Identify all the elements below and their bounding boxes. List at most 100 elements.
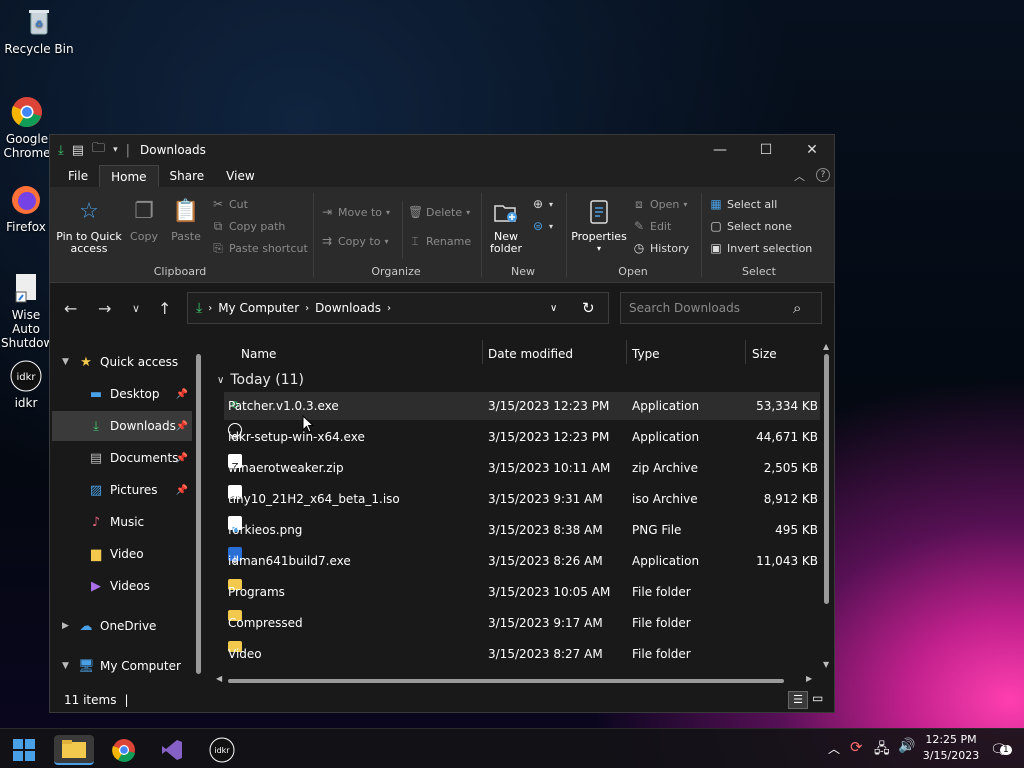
copy-to-button[interactable]: ⇉ Copy to ▾ [320,234,389,248]
taskbar-chrome[interactable] [104,735,144,765]
chevron-down-icon[interactable]: ▼ [62,357,69,367]
move-to-icon: ⇥ [321,205,333,219]
refresh-icon[interactable]: ↻ [582,299,595,317]
chevron-right-icon[interactable]: ▶ [62,621,69,631]
back-arrow-icon[interactable]: ← [64,299,77,318]
volume-icon[interactable]: 🔊 [898,738,915,754]
properties-quick-icon[interactable]: ▤ [72,143,84,158]
copy-button[interactable]: ❐ Copy [126,197,162,243]
minimize-button[interactable]: — [697,135,743,165]
table-row[interactable]: Zwinaerotweaker.zip 3/15/2023 10:11 AM z… [224,454,820,482]
desktop-icon-firefox[interactable]: Firefox [1,184,51,234]
select-all-button[interactable]: ▦ Select all [709,197,777,211]
ribbon-tabs: File Home Share View ︿ ? [50,165,834,187]
separator [566,193,567,277]
table-row[interactable]: ↓ idman641build7.exe 3/15/2023 8:26 AM Ap… [224,547,820,575]
open-button[interactable]: ⧈ Open ▾ [632,197,687,212]
cut-button[interactable]: ✂ Cut [211,197,248,211]
table-row[interactable]: ▪ forkieos.png 3/15/2023 8:38 AM PNG File… [224,516,820,544]
search-icon[interactable]: ⌕ [793,299,801,317]
chevron-down-icon[interactable]: ▾ [113,145,118,155]
taskbar-idkr[interactable]: idkr [202,735,242,765]
tab-share[interactable]: Share [159,165,216,187]
large-icons-view-icon[interactable]: ▭ [812,691,823,705]
pin-to-quick-access-button[interactable]: ☆ Pin to Quick access [56,197,122,255]
scroll-left-arrow-icon[interactable]: ◀ [216,674,222,683]
select-none-button[interactable]: ▢ Select none [709,219,792,233]
scroll-down-arrow-icon[interactable]: ▼ [823,660,829,669]
search-input[interactable]: Search Downloads ⌕ [620,292,822,324]
sync-icon[interactable]: ⟳ [850,738,863,756]
address-bar[interactable]: ⤓ › My Computer › Downloads › ∨ ↻ [187,292,609,324]
desktop-icon-idkr[interactable]: idkr idkr [1,360,51,410]
easy-access-button[interactable]: ⊜ ▾ [531,219,553,233]
column-separator[interactable] [482,340,483,364]
close-button[interactable]: ✕ [789,135,834,165]
table-row[interactable]: ISO tiny10_21H2_x64_beta_1.iso 3/15/2023 … [224,485,820,513]
desktop-icon-chrome[interactable]: Google Chrome [1,96,53,160]
column-header-date-modified[interactable]: Date modified [488,340,573,368]
scroll-up-arrow-icon[interactable]: ▲ [823,342,829,351]
forward-arrow-icon[interactable]: → [98,299,111,318]
copy-path-button[interactable]: ⧉ Copy path [211,219,286,234]
chevron-down-icon[interactable]: ▼ [62,661,69,671]
tab-file[interactable]: File [57,165,99,187]
sidebar-item-pictures[interactable]: ▨ Pictures 📌 [52,475,192,505]
show-hidden-icons-chevron-icon[interactable]: ︿ [828,740,840,757]
sidebar-item-quick-access[interactable]: ★ Quick access [78,347,198,377]
move-to-button[interactable]: ⇥ Move to ▾ [320,205,390,219]
clock[interactable]: 12:25 PM 3/15/2023 [918,732,984,764]
invert-selection-button[interactable]: ▣ Invert selection [709,241,812,255]
sidebar-item-music[interactable]: ♪ Music [52,507,192,537]
paste-shortcut-button[interactable]: ⎘ Paste shortcut [211,241,308,256]
start-button[interactable] [4,735,44,765]
tab-home[interactable]: Home [99,165,159,187]
desktop-icon-recycle-bin[interactable]: ♻ Recycle Bin [1,6,77,56]
edit-button[interactable]: ✎ Edit [632,219,671,233]
horizontal-scrollbar[interactable] [228,679,784,683]
maximize-button[interactable]: ☐ [743,135,789,165]
taskbar-file-explorer[interactable] [54,735,94,765]
sidebar-item-video[interactable]: ▆ Video [52,539,192,569]
column-header-name[interactable]: Name [241,340,276,368]
column-header-size[interactable]: Size [752,340,777,368]
notification-center-button[interactable]: 🗨 1 [990,739,1012,758]
breadcrumb-my-computer[interactable]: My Computer [218,301,299,315]
sidebar-item-onedrive[interactable]: ☁ OneDrive [78,611,198,641]
table-row[interactable]: Video 3/15/2023 8:27 AM File folder [224,640,820,668]
table-row[interactable]: Compressed 3/15/2023 9:17 AM File folder [224,609,820,637]
tab-view[interactable]: View [215,165,265,187]
sidebar-item-documents[interactable]: ▤ Documents 📌 [52,443,192,473]
sidebar-item-desktop[interactable]: ▬ Desktop 📌 [52,379,192,409]
sidebar-item-my-computer[interactable]: 🖥 My Computer [78,651,198,681]
new-folder-quick-icon[interactable]: 🗀 [92,139,105,161]
sidebar-item-videos[interactable]: ▶ Videos [52,571,192,601]
new-folder-button[interactable]: New folder [486,197,526,255]
column-separator[interactable] [626,340,627,364]
network-icon[interactable]: 🖧 [874,738,890,762]
navpane-scrollbar[interactable] [196,354,201,674]
scroll-right-arrow-icon[interactable]: ▶ [806,674,812,683]
help-icon[interactable]: ? [816,168,830,182]
up-arrow-icon[interactable]: ↑ [158,299,171,318]
rename-button[interactable]: ⌶ Rename [408,234,471,249]
address-dropdown-icon[interactable]: ∨ [550,303,557,314]
svg-text:idkr: idkr [16,372,36,383]
history-button[interactable]: ◷ History [632,241,689,255]
column-header-type[interactable]: Type [632,340,660,368]
details-view-icon[interactable]: ☰ [788,691,808,709]
sidebar-item-downloads[interactable]: ⤓ Downloads 📌 [52,411,192,441]
paste-button[interactable]: 📋 Paste [167,197,205,243]
file-list-scrollbar[interactable] [824,354,829,604]
recent-locations-chevron-icon[interactable]: ∨ [132,302,140,315]
column-separator[interactable] [745,340,746,364]
table-row[interactable]: Programs 3/15/2023 10:05 AM File folder [224,578,820,606]
properties-button[interactable]: Properties ▾ [570,197,628,255]
delete-button[interactable]: 🗑 Delete ▾ [408,205,470,219]
group-header-today[interactable]: ∨ Today (11) [217,372,304,388]
desktop-icon-wise-auto-shutdown[interactable]: Wise Auto Shutdown [1,272,51,350]
new-item-button[interactable]: ⊕ ▾ [531,197,553,211]
breadcrumb-downloads[interactable]: Downloads [315,301,381,315]
taskbar-visual-studio[interactable] [152,735,192,765]
collapse-ribbon-icon[interactable]: ︿ [794,168,805,184]
